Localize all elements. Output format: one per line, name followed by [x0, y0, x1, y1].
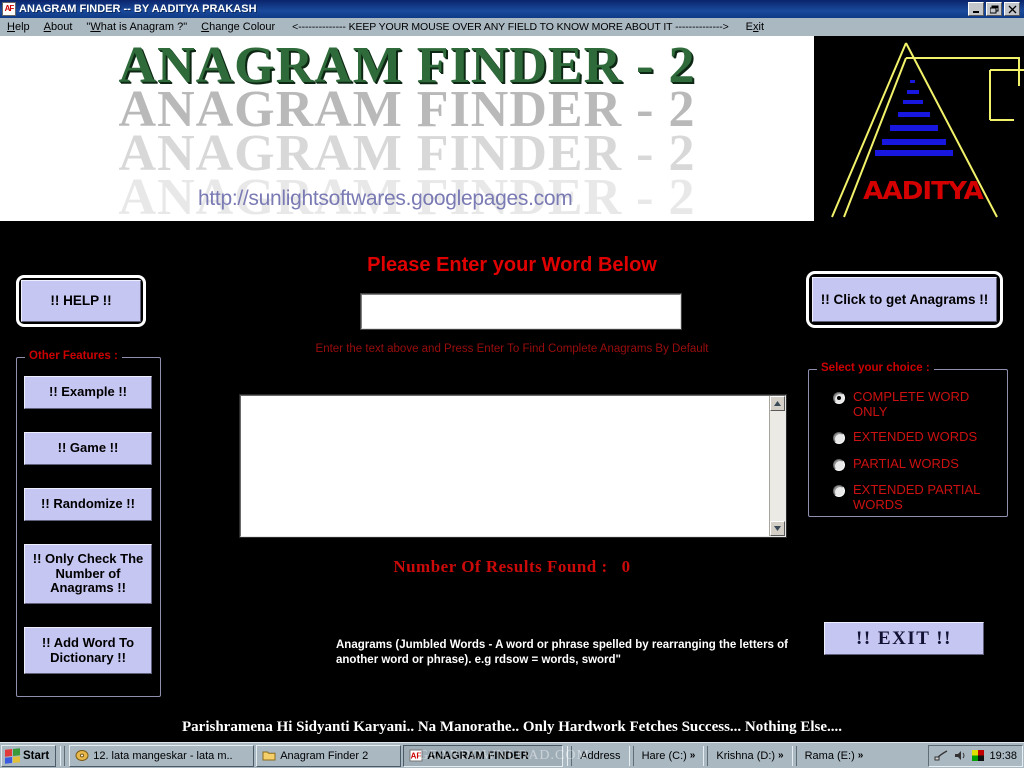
start-button[interactable]: Start	[1, 744, 57, 767]
logo-panel: AADITYA	[814, 36, 1024, 221]
randomize-button[interactable]: !! Randomize !!	[24, 488, 152, 521]
task-button-media[interactable]: 12. lata mangeskar - lata m..	[69, 744, 255, 767]
scroll-up-icon[interactable]	[770, 396, 785, 411]
website-url[interactable]: http://sunlightsoftwares.googlepages.com	[198, 187, 573, 211]
start-button-label: Start	[23, 749, 50, 762]
task-button-label: 12. lata mangeskar - lata m..	[93, 749, 233, 762]
toolbar-label: Rama (E:)	[804, 749, 855, 762]
game-button[interactable]: !! Game !!	[24, 432, 152, 465]
toolbar-grip-rama[interactable]	[791, 745, 797, 766]
chevron-right-icon[interactable]: »	[778, 750, 784, 761]
results-textarea[interactable]	[239, 394, 787, 538]
close-button[interactable]	[1004, 2, 1020, 16]
radio-icon[interactable]	[833, 485, 845, 497]
main-content: !! HELP !! Other Features : !! Example !…	[0, 221, 1024, 713]
toolbar-grip-address[interactable]	[567, 745, 573, 766]
menu-bar: HHelpelp About "What is Anagram ?" Chang…	[0, 18, 1024, 36]
volume-icon[interactable]	[953, 749, 967, 762]
select-choice-label: Select your choice :	[817, 362, 934, 374]
bottom-banner-text: Parishramena Hi Sidyanti Karyani.. Na Ma…	[182, 719, 842, 735]
radio-partial-words[interactable]: PARTIAL WORDS	[833, 456, 1005, 472]
task-button-folder[interactable]: Anagram Finder 2	[256, 744, 402, 767]
radio-label: COMPLETE WORD ONLY	[853, 389, 970, 419]
logo-author-name: AADITYA	[863, 176, 984, 205]
restore-button[interactable]	[986, 2, 1002, 16]
results-count-value: 0	[621, 557, 631, 576]
get-anagrams-focus-ring: !! Click to get Anagrams !!	[806, 271, 1003, 328]
input-hint: Enter the text above and Press Enter To …	[315, 343, 709, 355]
add-word-to-dictionary-button[interactable]: !! Add Word To Dictionary !!	[24, 627, 152, 674]
exit-button[interactable]: !! EXIT !!	[824, 622, 984, 655]
app-icon: AF	[2, 2, 16, 16]
banner: ANAGRAM FINDER - 2 ANAGRAM FINDER - 2 AN…	[0, 36, 814, 221]
minimize-button[interactable]	[968, 2, 984, 16]
network-icon[interactable]	[934, 749, 949, 762]
results-count-row: Number Of Results Found : 0	[0, 557, 1024, 577]
radio-icon[interactable]	[833, 432, 845, 444]
radio-label: EXTENDED WORDS	[853, 429, 978, 444]
help-button[interactable]: !! HELP !!	[21, 280, 141, 322]
toolbar-grip-hare[interactable]	[628, 745, 634, 766]
media-icon	[75, 750, 89, 761]
menu-item-what-is-anagram[interactable]: "What is Anagram ?"	[79, 20, 194, 34]
other-features-group: Other Features : !! Example !! !! Game !…	[16, 350, 161, 697]
help-button-focus-ring: !! HELP !!	[16, 275, 146, 327]
example-button[interactable]: !! Example !!	[24, 376, 152, 409]
chevron-right-icon[interactable]: »	[690, 750, 696, 761]
app-icon: AF	[409, 749, 423, 762]
toolbar-label: Address	[580, 749, 621, 762]
word-input[interactable]	[360, 293, 682, 330]
results-content	[241, 396, 769, 536]
title-bar: AF ANAGRAM FINDER -- BY AADITYA PRAKASH	[0, 0, 1024, 18]
svg-text:AF: AF	[411, 752, 422, 761]
windows-flag-icon	[5, 747, 20, 764]
menu-item-change-colour[interactable]: Change Colour	[194, 20, 282, 34]
radio-complete-word-only[interactable]: COMPLETE WORD ONLY	[833, 389, 1005, 420]
system-tray: 19:38	[928, 744, 1023, 767]
menu-marquee-hint: <-------------- KEEP YOUR MOUSE OVER ANY…	[292, 21, 729, 33]
radio-label: PARTIAL WORDS	[853, 456, 959, 471]
bottom-banner: Parishramena Hi Sidyanti Karyani.. Na Ma…	[0, 713, 1024, 742]
display-icon[interactable]	[971, 749, 985, 762]
anagram-description: Anagrams (Jumbled Words - A word or phra…	[336, 639, 788, 666]
window-controls	[968, 2, 1022, 16]
taskbar: Start 12. lata mangeskar - lata m.. Anag…	[0, 742, 1024, 768]
radio-extended-words[interactable]: EXTENDED WORDS	[833, 429, 1005, 445]
results-count-label: Number Of Results Found :	[393, 557, 608, 576]
toolbar-label: Krishna (D:)	[716, 749, 776, 762]
menu-item-exit[interactable]: Exit	[739, 20, 771, 34]
chevron-right-icon[interactable]: »	[858, 750, 864, 761]
scrollbar-track[interactable]	[770, 411, 785, 521]
toolbar-label: Hare (C:)	[641, 749, 687, 762]
toolbar-krishna-d[interactable]: Krishna (D:) »	[712, 745, 787, 767]
toolbar-grip-krishna[interactable]	[703, 745, 709, 766]
get-anagrams-button[interactable]: !! Click to get Anagrams !!	[812, 277, 997, 322]
toolbar-hare-c[interactable]: Hare (C:) »	[638, 745, 700, 767]
clock[interactable]: 19:38	[989, 750, 1017, 762]
menu-item-about[interactable]: About	[37, 20, 80, 34]
radio-icon[interactable]	[833, 392, 845, 404]
toolbar-address[interactable]: Address	[576, 745, 624, 767]
taskbar-grip[interactable]	[60, 745, 66, 766]
task-button-label: ANAGRAM FINDER	[427, 749, 529, 762]
task-button-label: Anagram Finder 2	[280, 749, 369, 762]
select-choice-group: Select your choice : COMPLETE WORD ONLY …	[808, 362, 1008, 517]
results-scrollbar[interactable]	[769, 396, 785, 536]
radio-label: EXTENDED PARTIAL WORDS	[853, 482, 980, 512]
menu-item-help[interactable]: HHelpelp	[0, 20, 37, 34]
scroll-down-icon[interactable]	[770, 521, 785, 536]
application-window: AF ANAGRAM FINDER -- BY AADITYA PRAKASH …	[0, 0, 1024, 768]
folder-icon	[262, 751, 276, 761]
task-button-anagram-finder[interactable]: AF ANAGRAM FINDER	[403, 744, 564, 767]
toolbar-rama-e[interactable]: Rama (E:) »	[801, 745, 868, 767]
radio-extended-partial-words[interactable]: EXTENDED PARTIAL WORDS	[833, 482, 1005, 513]
window-title: ANAGRAM FINDER -- BY AADITYA PRAKASH	[19, 3, 257, 15]
radio-icon[interactable]	[833, 459, 845, 471]
